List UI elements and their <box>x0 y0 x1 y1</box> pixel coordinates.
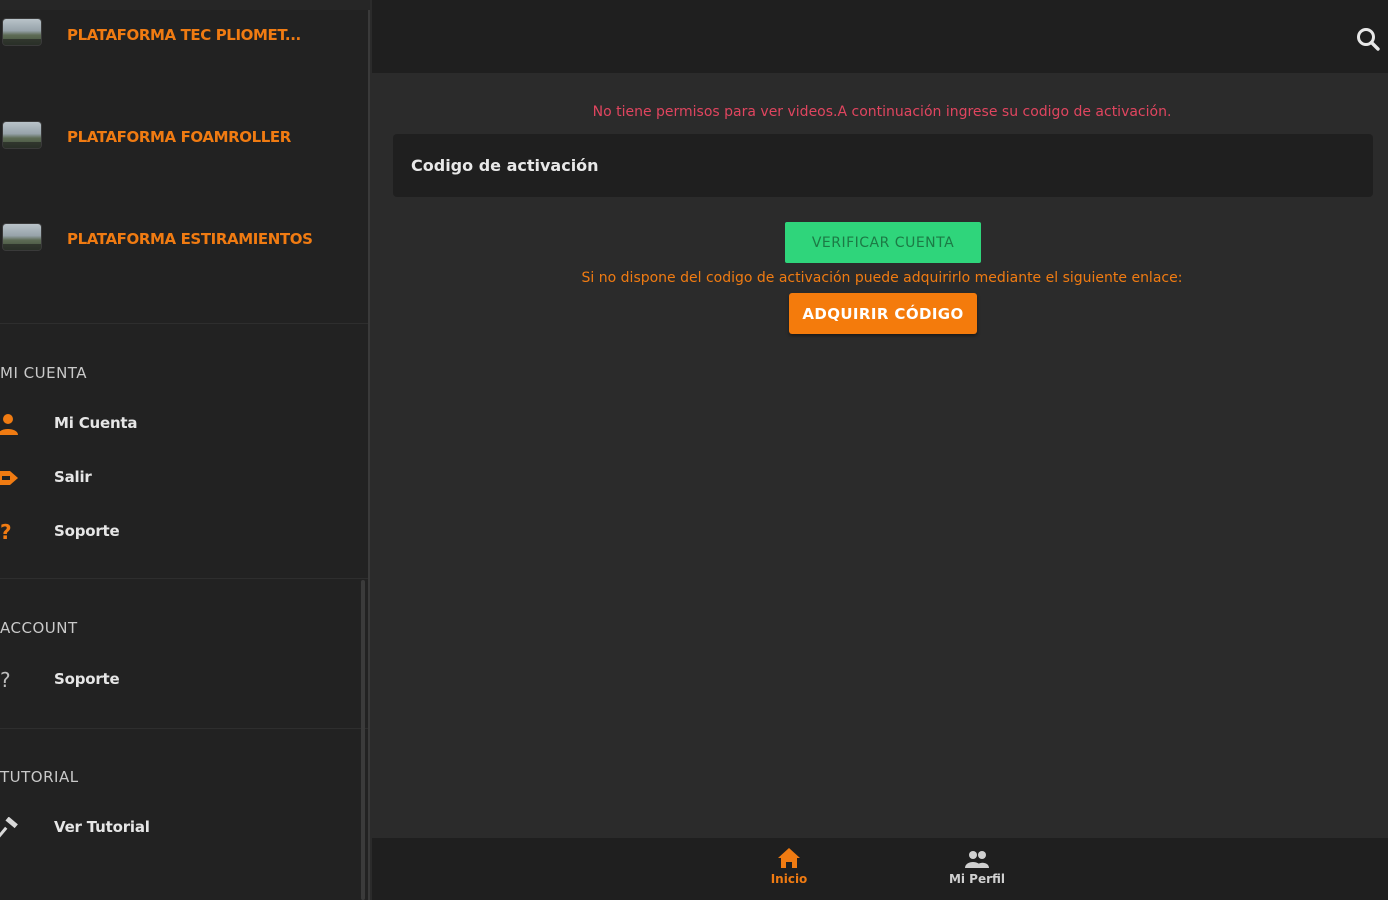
tab-mi-perfil[interactable]: Mi Perfil <box>937 846 1017 896</box>
sidebar: PLATAFORMA TEC PLIOMET... PLATAFORMA FOA… <box>0 0 370 900</box>
tab-label: Inicio <box>770 872 808 886</box>
divider <box>0 728 368 729</box>
sidebar-border <box>368 10 370 900</box>
bottom-nav: Inicio Mi Perfil <box>372 838 1388 900</box>
top-bar <box>372 0 1388 73</box>
sidebar-item-plataforma-foamroller[interactable]: PLATAFORMA FOAMROLLER <box>0 106 368 166</box>
acquire-code-button[interactable]: ADQUIRIR CÓDIGO <box>789 293 977 334</box>
section-title-tutorial: TUTORIAL <box>0 768 79 786</box>
search-icon <box>1357 28 1380 51</box>
acquire-hint: Si no dispone del codigo de activación p… <box>581 270 1183 286</box>
menu-label: Soporte <box>54 522 120 540</box>
platform-label: PLATAFORMA FOAMROLLER <box>67 128 291 146</box>
menu-label: Salir <box>54 468 92 486</box>
section-title-mi-cuenta: MI CUENTA <box>0 364 88 382</box>
divider <box>0 578 368 579</box>
platform-thumbnail <box>3 19 41 45</box>
main-content: No tiene permisos para ver videos.A cont… <box>372 0 1388 900</box>
hammer-icon <box>0 816 20 839</box>
sidebar-item-mi-cuenta[interactable]: Mi Cuenta <box>0 404 360 444</box>
sidebar-item-ver-tutorial[interactable]: Ver Tutorial <box>0 808 360 848</box>
sidebar-item-plataforma-estiramientos[interactable]: PLATAFORMA ESTIRAMIENTOS <box>0 208 368 268</box>
people-icon <box>965 851 989 868</box>
divider <box>0 323 368 324</box>
activation-code-input[interactable] <box>393 134 1373 197</box>
menu-label: Mi Cuenta <box>54 414 138 432</box>
tab-inicio[interactable]: Inicio <box>749 846 829 896</box>
help-icon: ? <box>0 668 11 692</box>
sidebar-item-plataforma-tec-pliomet[interactable]: PLATAFORMA TEC PLIOMET... <box>0 4 368 64</box>
sidebar-scrollbar[interactable] <box>361 580 365 900</box>
menu-label: Ver Tutorial <box>54 818 150 836</box>
permission-notice: No tiene permisos para ver videos.A cont… <box>592 104 1172 120</box>
sidebar-item-salir[interactable]: Salir <box>0 458 360 498</box>
home-icon <box>778 848 800 868</box>
platform-label: PLATAFORMA TEC PLIOMET... <box>67 26 301 44</box>
person-icon <box>0 413 20 435</box>
help-icon: ? <box>0 520 12 544</box>
platform-label: PLATAFORMA ESTIRAMIENTOS <box>67 230 313 248</box>
search-button[interactable] <box>1356 27 1382 53</box>
platform-thumbnail <box>3 224 41 250</box>
app-root: PLATAFORMA TEC PLIOMET... PLATAFORMA FOA… <box>0 0 1388 900</box>
sidebar-item-account-soporte[interactable]: ? Soporte <box>0 660 360 700</box>
platform-thumbnail <box>3 122 41 148</box>
section-title-account: ACCOUNT <box>0 619 78 637</box>
tab-label: Mi Perfil <box>948 872 1006 886</box>
exit-icon <box>0 467 20 489</box>
menu-label: Soporte <box>54 670 120 688</box>
verify-account-button[interactable]: VERIFICAR CUENTA <box>785 222 981 263</box>
sidebar-item-soporte[interactable]: ? Soporte <box>0 512 360 552</box>
